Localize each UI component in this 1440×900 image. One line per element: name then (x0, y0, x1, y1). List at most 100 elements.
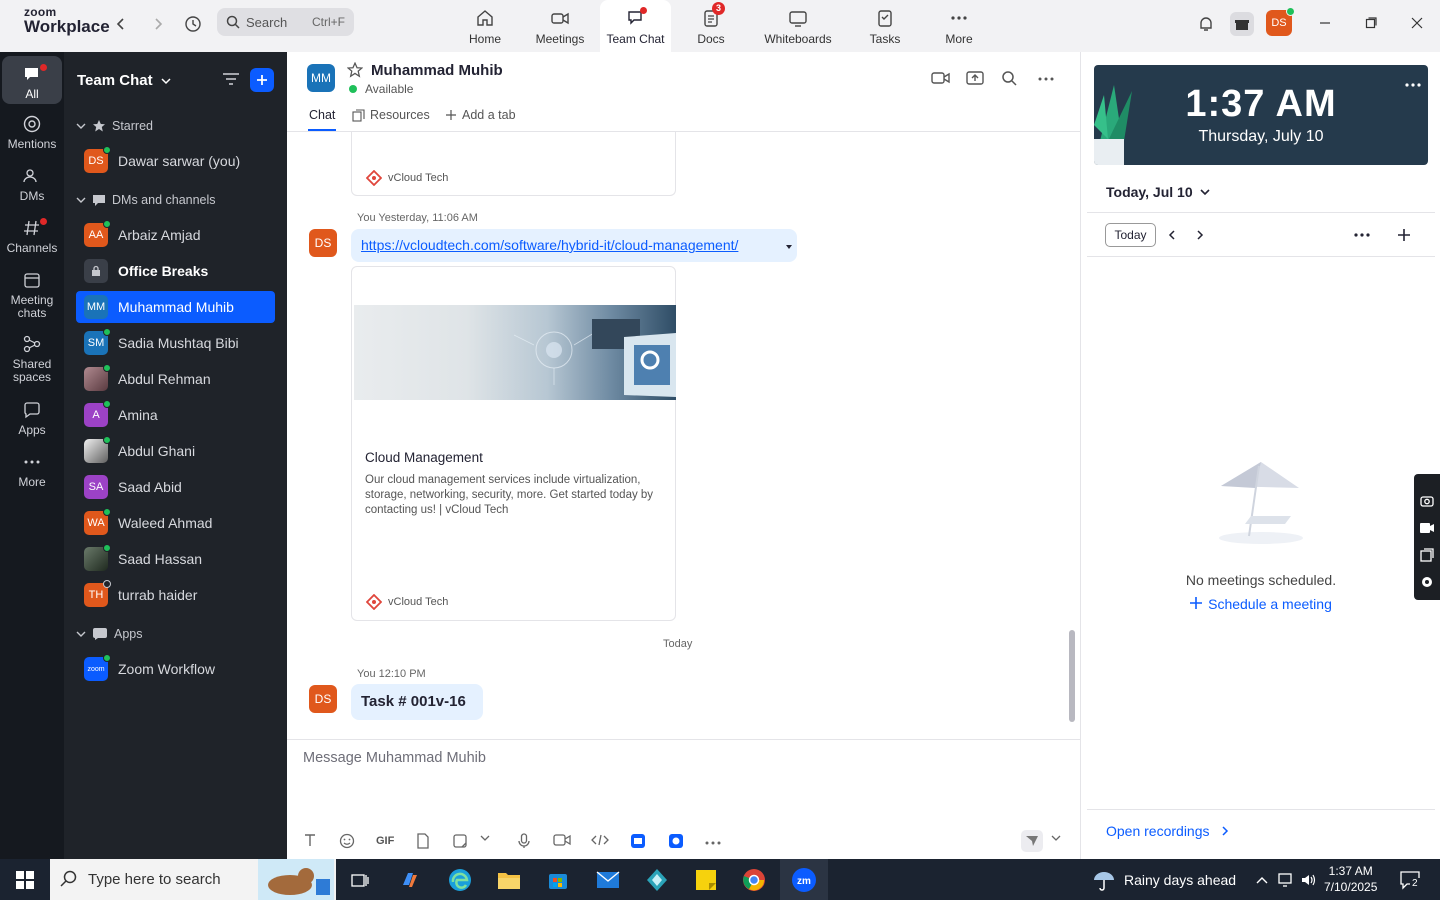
chevron-right-icon[interactable] (1195, 230, 1205, 240)
message-input[interactable]: Message Muhammad Muhib (303, 750, 486, 766)
more-dots-icon[interactable] (1405, 82, 1421, 88)
copilot-icon[interactable] (396, 866, 424, 894)
tab-add[interactable]: Add a tab (445, 108, 516, 122)
app-diamond-icon[interactable] (643, 866, 671, 894)
speaker-icon[interactable] (1300, 872, 1318, 888)
scrollbar[interactable] (1069, 630, 1075, 722)
task-view-icon[interactable] (346, 866, 374, 894)
caret-down-icon[interactable] (785, 243, 793, 251)
video-call-icon[interactable] (931, 70, 951, 89)
rail-mentions[interactable]: Mentions (2, 114, 62, 158)
sidebar-item-zoom-workflow[interactable]: zoom Zoom Workflow (76, 653, 275, 685)
windows-start-icon[interactable] (11, 866, 39, 894)
section-starred[interactable]: Starred (76, 116, 153, 136)
more-dots-icon[interactable] (1353, 232, 1371, 238)
zoom-taskbar-icon[interactable]: zm (780, 859, 828, 900)
rail-shared-spaces[interactable]: Shared spaces (2, 334, 62, 390)
rail-meeting-chats[interactable]: Meeting chats (2, 270, 62, 326)
gif-button[interactable]: GIF (376, 835, 394, 847)
nav-tasks[interactable]: Tasks (864, 0, 906, 52)
sidebar-item-muhammad-muhib[interactable]: MM Muhammad Muhib (76, 291, 275, 323)
search-box[interactable]: Search Ctrl+F (217, 8, 354, 36)
weather-umbrella-icon[interactable] (1090, 866, 1118, 894)
code-snippet-icon[interactable] (591, 833, 609, 850)
screenshot-icon[interactable] (452, 833, 468, 852)
system-clock[interactable]: 1:37 AM 7/10/2025 (1324, 863, 1377, 895)
sidebar-item-abdul-rehman[interactable]: Abdul Rehman (76, 363, 275, 395)
video-record-icon[interactable] (1419, 522, 1435, 534)
new-chat-button[interactable] (250, 68, 274, 92)
share-screen-icon[interactable] (966, 70, 984, 89)
rail-all[interactable]: All (2, 56, 62, 104)
back-arrow-icon[interactable] (109, 12, 133, 36)
video-message-icon[interactable] (553, 833, 571, 850)
weather-text[interactable]: Rainy days ahead (1124, 872, 1236, 888)
calendar-date-title[interactable]: Today, Jul 10 (1106, 184, 1210, 200)
sidebar-item-amina[interactable]: A Amina (76, 399, 275, 431)
sidebar-item-sadia-mushtaq-bibi[interactable]: SM Sadia Mushtaq Bibi (76, 327, 275, 359)
mail-icon[interactable] (594, 866, 622, 894)
chrome-browser-icon[interactable] (740, 866, 768, 894)
message-link[interactable]: https://vcloudtech.com/software/hybrid-i… (361, 237, 738, 253)
file-explorer-icon[interactable] (495, 866, 523, 894)
chat-title[interactable]: Muhammad Muhib (371, 62, 503, 79)
sidebar-item-arbaiz-amjad[interactable]: AA Arbaiz Amjad (76, 219, 275, 251)
microsoft-store-icon[interactable] (544, 866, 572, 894)
sidebar-item-saad-hassan[interactable]: Saad Hassan (76, 543, 275, 575)
sidebar-item-office-breaks[interactable]: Office Breaks (76, 255, 275, 287)
sidebar-title[interactable]: Team Chat (77, 72, 171, 89)
plus-icon[interactable] (1397, 228, 1411, 242)
nav-meetings[interactable]: Meetings (532, 0, 588, 52)
search-icon[interactable] (1001, 70, 1017, 89)
format-text-icon[interactable] (303, 833, 317, 850)
link-preview-card[interactable]: Cloud Management Our cloud management se… (351, 266, 676, 621)
nav-whiteboards[interactable]: Whiteboards (760, 0, 836, 52)
taskbar-search[interactable]: Type here to search (50, 859, 336, 900)
schedule-meeting-link[interactable]: Schedule a meeting (1081, 596, 1440, 612)
nav-team-chat[interactable]: Team Chat (600, 0, 671, 52)
network-icon[interactable] (1278, 872, 1296, 888)
chevron-up-icon[interactable] (1256, 876, 1268, 884)
user-avatar[interactable]: DS (1266, 7, 1295, 36)
sidebar-item-abdul-ghani[interactable]: Abdul Ghani (76, 435, 275, 467)
filter-icon[interactable] (222, 72, 240, 89)
edge-browser-icon[interactable] (446, 866, 474, 894)
maximize-button[interactable] (1356, 10, 1386, 36)
bell-icon[interactable] (1194, 12, 1218, 36)
sidebar-item-saad-abid[interactable]: SA Saad Abid (76, 471, 275, 503)
history-icon[interactable] (181, 12, 205, 36)
microphone-icon[interactable] (517, 833, 531, 852)
sidebar-item-waleed-ahmad[interactable]: WA Waleed Ahmad (76, 507, 275, 539)
today-button[interactable]: Today (1105, 223, 1156, 247)
nav-docs[interactable]: 3 Docs (690, 0, 732, 52)
rail-channels[interactable]: Channels (2, 218, 62, 262)
message-bubble[interactable]: Task # 001v-16 (351, 684, 483, 720)
sidebar-item-turrab-haider[interactable]: TH turrab haider (76, 579, 275, 611)
section-apps[interactable]: Apps (76, 624, 143, 644)
more-options-icon[interactable] (1037, 72, 1055, 87)
send-icon[interactable] (1021, 830, 1043, 852)
message-bubble[interactable]: https://vcloudtech.com/software/hybrid-i… (351, 229, 797, 262)
link-preview-card[interactable]: vCloud Tech (351, 132, 676, 196)
emoji-icon[interactable] (339, 833, 355, 852)
chevron-left-icon[interactable] (1167, 230, 1177, 240)
app-integration-icon[interactable] (630, 833, 646, 852)
tab-resources[interactable]: Resources (352, 108, 430, 122)
more-tools-icon[interactable] (705, 837, 721, 849)
file-attach-icon[interactable] (416, 833, 430, 852)
chevron-down-icon[interactable] (480, 833, 490, 846)
rail-dms[interactable]: DMs (2, 166, 62, 210)
nav-more[interactable]: More (938, 0, 980, 52)
close-button[interactable] (1402, 10, 1432, 36)
compose-area[interactable]: Message Muhammad Muhib GIF (287, 739, 1080, 859)
sidebar-item-starred[interactable]: DS Dawar sarwar (you) (76, 145, 275, 177)
minimize-button[interactable] (1310, 10, 1340, 36)
rail-apps[interactable]: Apps (2, 400, 62, 444)
open-recordings-link[interactable]: Open recordings (1106, 823, 1229, 839)
camera-icon[interactable] (1420, 494, 1434, 508)
rail-more[interactable]: More (2, 452, 62, 496)
nav-home[interactable]: Home (462, 0, 508, 52)
section-dms[interactable]: DMs and channels (76, 190, 216, 210)
chevron-down-icon[interactable] (1051, 833, 1061, 846)
zoom-app-icon[interactable] (668, 833, 684, 852)
